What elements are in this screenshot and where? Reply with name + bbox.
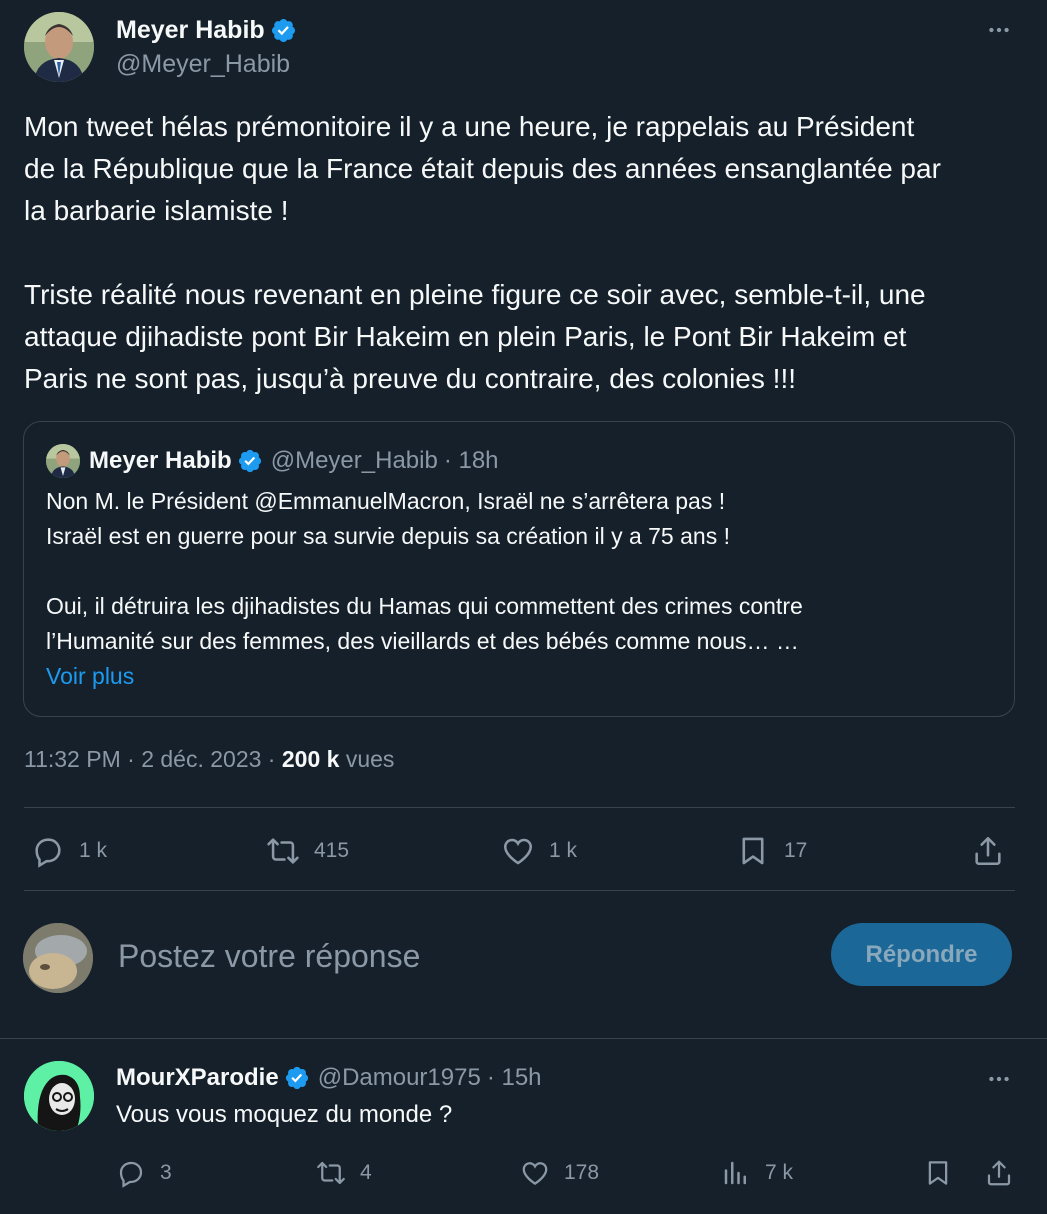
tweet-meta: 11:32 PM · 2 déc. 2023 · 200 k vues — [24, 746, 394, 773]
reply-retweet-button[interactable]: 4 — [316, 1158, 372, 1188]
reply-button[interactable]: 1 k — [31, 834, 107, 868]
reply-input[interactable] — [118, 932, 798, 980]
reply-like-button[interactable]: 178 — [520, 1158, 599, 1188]
like-button[interactable]: 1 k — [501, 834, 577, 868]
more-icon — [989, 27, 1009, 33]
reply-count: 1 k — [79, 839, 108, 862]
avatar[interactable] — [24, 12, 94, 82]
reply-icon — [35, 838, 61, 868]
views-label: vues — [339, 746, 395, 772]
tweet-text: Mon tweet hélas prémonitoire il y a une … — [24, 106, 1024, 400]
main-tweet-header: Meyer Habib @Meyer_Habib — [24, 12, 1024, 84]
heart-icon — [522, 1162, 548, 1185]
reply-author-avatar[interactable] — [24, 1061, 94, 1131]
reply-submit-button[interactable]: Répondre — [831, 923, 1012, 986]
heart-icon — [503, 838, 533, 865]
reply-bookmark-button[interactable] — [923, 1158, 953, 1188]
reply-time[interactable]: · 15h — [487, 1064, 542, 1092]
tweet-time[interactable]: 11:32 PM — [24, 746, 121, 772]
like-count: 1 k — [549, 839, 578, 862]
view-count: 200 k — [281, 746, 340, 772]
share-icon — [987, 1160, 1011, 1186]
reply-views-button[interactable]: 7 k — [721, 1158, 793, 1188]
share-button[interactable] — [971, 834, 1005, 868]
show-more-link[interactable]: Voir plus — [46, 659, 996, 694]
reply-like-count: 178 — [564, 1161, 600, 1184]
more-icon — [989, 1076, 1009, 1082]
tweet-text-line: de la République que la France était dep… — [24, 153, 941, 184]
tweet-text-line: Mon tweet hélas prémonitoire il y a une … — [24, 111, 915, 142]
retweet-icon — [267, 838, 299, 864]
bookmark-icon — [928, 1161, 948, 1185]
reply-text: Vous vous moquez du monde ? — [116, 1101, 453, 1128]
quoted-tweet-card[interactable]: Meyer Habib @Meyer_Habib · 18h Non M. le… — [23, 421, 1015, 717]
author-handle[interactable]: @Meyer_Habib — [116, 50, 290, 79]
divider — [24, 807, 1015, 808]
reply-author-handle[interactable]: @Damour1975 — [318, 1064, 481, 1092]
quoted-tweet-header: Meyer Habib @Meyer_Habib · 18h — [46, 444, 499, 478]
author-name-row[interactable]: Meyer Habib — [116, 16, 297, 45]
tweet-text-line: Triste réalité nous revenant en pleine f… — [24, 279, 926, 310]
tweet-text-line: attaque djihadiste pont Bir Hakeim en pl… — [24, 321, 907, 352]
quoted-handle: @Meyer_Habib — [270, 447, 438, 474]
reply-more-options-button[interactable] — [979, 1059, 1019, 1099]
quoted-display-name: Meyer Habib — [89, 447, 232, 474]
reply-retweet-count: 4 — [360, 1161, 372, 1184]
more-options-button[interactable] — [979, 10, 1019, 50]
retweet-icon — [317, 1161, 345, 1185]
reply-share-button[interactable] — [984, 1158, 1014, 1188]
reply-icon — [119, 1161, 143, 1188]
reply-author-row[interactable]: MourXParodie @Damour1975 · 15h — [116, 1064, 542, 1092]
divider — [24, 890, 1015, 891]
tweet-text-line: Paris ne sont pas, jusqu’à preuve du con… — [24, 363, 796, 394]
retweet-button[interactable]: 415 — [266, 834, 349, 868]
quoted-tweet-text: Non M. le Président @EmmanuelMacron, Isr… — [46, 484, 996, 694]
quoted-text-line: Non M. le Président @EmmanuelMacron, Isr… — [46, 488, 726, 514]
views-chart-icon — [724, 1161, 746, 1185]
tweet-text-line: la barbarie islamiste ! — [24, 195, 289, 226]
divider — [0, 1038, 1047, 1039]
share-icon — [975, 836, 1001, 866]
quoted-avatar — [46, 444, 80, 478]
bookmark-count: 17 — [784, 839, 808, 862]
verified-badge-icon — [238, 449, 261, 473]
current-user-avatar[interactable] — [23, 923, 93, 993]
reply-reply-count: 3 — [160, 1161, 172, 1184]
reply-reply-button[interactable]: 3 — [116, 1158, 172, 1188]
verified-badge-icon — [271, 18, 295, 43]
bookmark-icon — [742, 837, 764, 865]
quoted-text-line: Israël est en guerre pour sa survie depu… — [46, 523, 730, 549]
reply-view-count: 7 k — [765, 1161, 794, 1184]
quoted-time: · 18h — [443, 447, 499, 474]
retweet-count: 415 — [314, 839, 350, 862]
bookmark-button[interactable]: 17 — [736, 834, 807, 868]
reply-author-name[interactable]: MourXParodie — [116, 1064, 279, 1092]
meta-separator: · — [261, 746, 282, 772]
author-display-name[interactable]: Meyer Habib — [116, 16, 265, 45]
tweet-detail-page: Meyer Habib @Meyer_Habib Mon tweet hélas… — [0, 0, 1047, 1214]
quoted-text-line: Oui, il détruira les djihadistes du Hama… — [46, 593, 803, 619]
verified-badge-icon — [285, 1066, 308, 1090]
tweet-date[interactable]: 2 déc. 2023 — [141, 746, 261, 772]
meta-separator: · — [120, 746, 142, 772]
quoted-text-line: l’Humanité sur des femmes, des vieillard… — [46, 628, 799, 654]
